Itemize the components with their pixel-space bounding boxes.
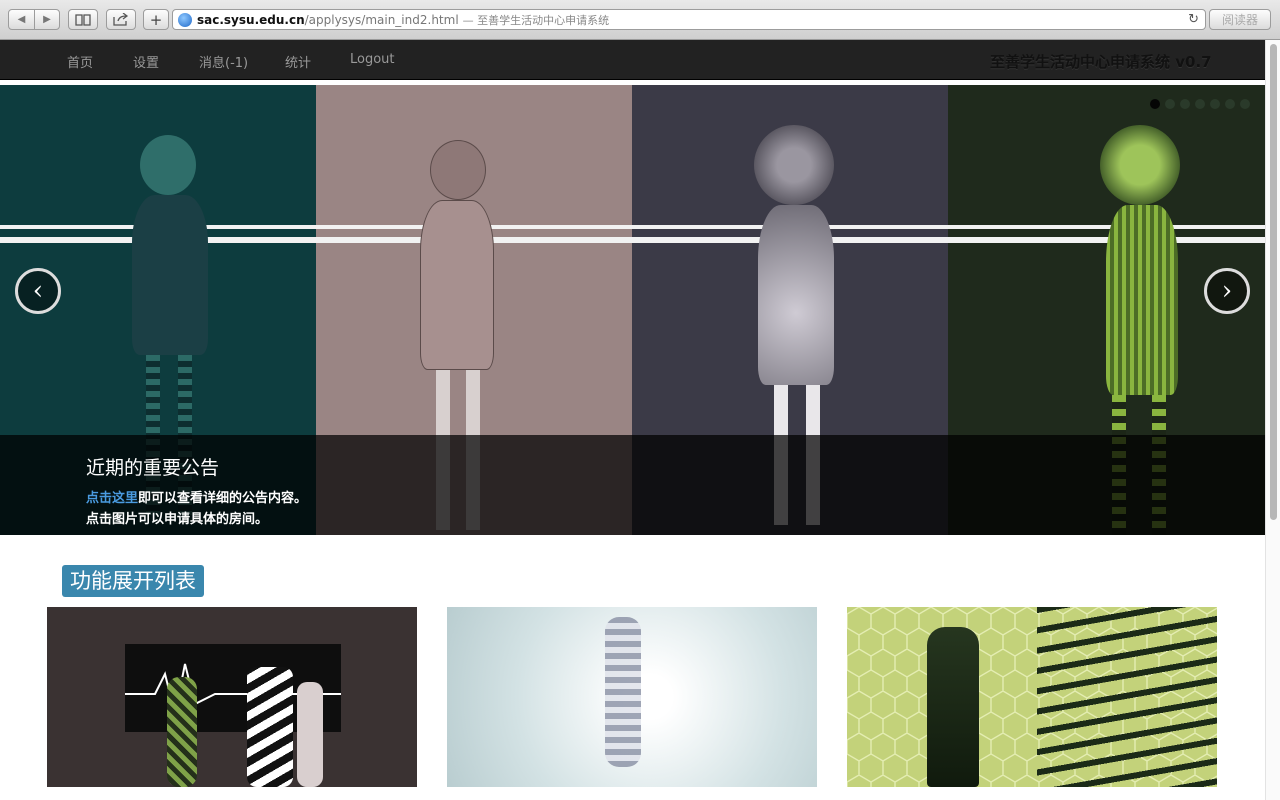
bookmarks-icon[interactable] [68,9,98,30]
forward-icon[interactable]: ▶ [33,10,59,29]
character-illustration [605,617,641,767]
announcement-title: 近期的重要公告 [86,457,220,479]
nav-settings[interactable]: 设置 [133,52,159,71]
globe-icon [178,12,192,27]
add-tab-button[interactable]: + [143,9,169,30]
carousel-next-button[interactable]: › [1204,268,1250,314]
announcement-link[interactable]: 点击这里 [86,491,138,506]
carousel-caption: 近期的重要公告 点击这里即可以查看详细的公告内容。 点击图片可以申请具体的房间。 [0,435,1265,535]
reader-button[interactable]: 阅读器 [1209,9,1271,30]
thumbnail-umbrella-scene[interactable] [47,607,417,787]
carousel-indicator-dot[interactable] [1150,99,1160,109]
carousel-indicator-dot[interactable] [1195,99,1205,109]
announcement-line-2: 点击图片可以申请具体的房间。 [86,512,269,527]
spiral-staircase [1037,607,1217,787]
share-icon[interactable] [106,9,136,30]
browser-toolbar: ◀ ▶ + sac.sysu.edu.cn /applysys/main_ind… [0,0,1280,40]
character-illustration [927,627,979,787]
carousel-indicator-dot[interactable] [1210,99,1220,109]
page-scrollbar[interactable] [1265,40,1280,800]
carousel-indicator-dot[interactable] [1165,99,1175,109]
carousel-indicator-dot[interactable] [1225,99,1235,109]
thumbnail-hexagon-stairs-scene[interactable] [847,607,1217,787]
nav-logout[interactable]: Logout [350,52,395,67]
nav-statistics[interactable]: 统计 [285,52,311,71]
section-heading: 功能展开列表 [62,565,204,597]
address-bar[interactable]: sac.sysu.edu.cn /applysys/main_ind2.html… [172,9,1206,30]
scrollbar-thumb[interactable] [1270,44,1277,520]
carousel-indicator-dot[interactable] [1240,99,1250,109]
character-illustration [297,682,323,787]
announcement-line-1-text: 即可以查看详细的公告内容。 [138,491,308,506]
carousel-indicator-dot[interactable] [1180,99,1190,109]
character-illustration [167,677,197,787]
url-path: /applysys/main_ind2.html [304,12,459,27]
back-forward-group: ◀ ▶ [8,9,60,30]
carousel-prev-button[interactable]: ‹ [15,268,61,314]
back-icon[interactable]: ◀ [9,10,34,29]
site-brand: 至善学生活动中心申请系统 v0.7 [990,53,1212,71]
site-navbar: 首页 设置 消息(-1) 统计 Logout 至善学生活动中心申请系统 v0.7 [0,40,1265,80]
thumbnail-light-scene[interactable] [447,607,817,787]
announcement-carousel[interactable]: ‹ › 近期的重要公告 点击这里即可以查看详细的公告内容。 点击图片可以申请具体… [0,85,1265,535]
reload-icon[interactable]: ↻ [1188,12,1199,27]
announcement-line-1: 点击这里即可以查看详细的公告内容。 [86,487,307,506]
url-host: sac.sysu.edu.cn [197,12,305,27]
carousel-indicators [1150,99,1250,109]
character-illustration [247,667,293,787]
nav-home[interactable]: 首页 [67,52,93,71]
nav-messages[interactable]: 消息(-1) [199,52,248,71]
page-title: — 至善学生活动中心申请系统 [462,13,610,27]
